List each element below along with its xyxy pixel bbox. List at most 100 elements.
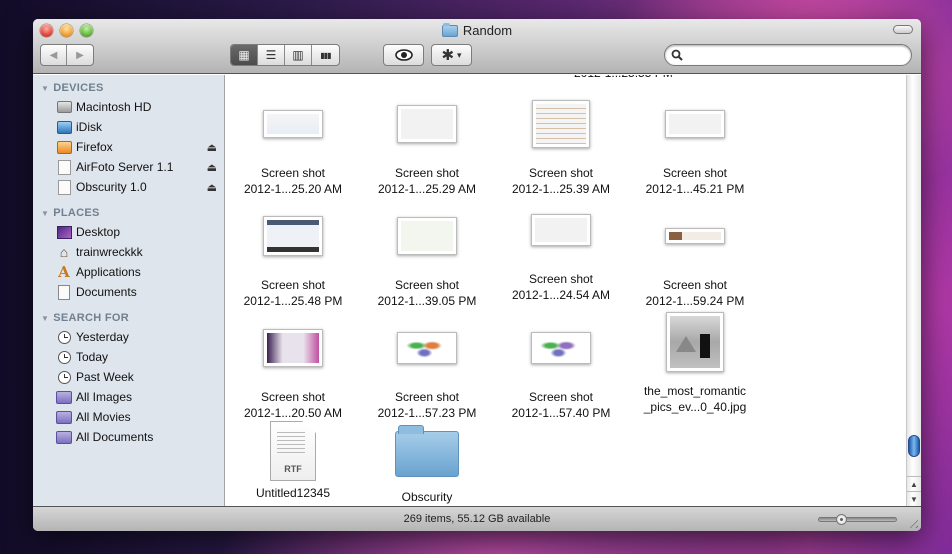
volume-icon <box>56 159 72 175</box>
sidebar-item-label: Macintosh HD <box>76 100 152 114</box>
file-item[interactable]: Screen shot 2012-1...57.40 PM <box>494 313 628 421</box>
status-bar: 269 items, 55.12 GB available <box>33 506 921 531</box>
file-item[interactable]: Screen shot 2012-1...59.24 PM <box>628 201 762 309</box>
file-item[interactable]: Screen shot 2012-1...25.20 AM <box>226 89 360 197</box>
vertical-scrollbar[interactable]: ▲ ▼ <box>906 75 921 506</box>
file-icon-grid: 2012-1...25.55 PM Screen shot2012-1...25… <box>226 75 906 506</box>
eject-icon[interactable]: ⏏ <box>207 181 217 194</box>
disk-image-icon <box>56 139 72 155</box>
sidebar-item-label: Obscurity 1.0 <box>76 180 147 194</box>
file-item[interactable]: the_most_romantic _pics_ev...0_40.jpg <box>628 312 762 415</box>
sidebar-item-all-images[interactable]: All Images <box>33 387 224 407</box>
screenshot-thumbnail-icon <box>397 105 457 143</box>
sidebar-item-macintosh-hd[interactable]: Macintosh HD <box>33 97 224 117</box>
sidebar-item-airfoto-server[interactable]: AirFoto Server 1.1 ⏏ <box>33 157 224 177</box>
applications-icon: A <box>58 262 70 281</box>
file-item[interactable]: Screen shot 2012-1...25.39 AM <box>494 89 628 197</box>
action-button-group: ✱ ▾ <box>431 44 472 66</box>
icon-view-button[interactable]: ▦ <box>231 45 258 65</box>
icon-size-slider[interactable] <box>818 514 897 525</box>
sidebar-item-documents[interactable]: Documents <box>33 282 224 302</box>
scroll-down-button[interactable]: ▼ <box>907 491 921 506</box>
home-icon: ⌂ <box>59 244 69 260</box>
sidebar-section-devices[interactable]: ▼ DEVICES <box>33 79 224 97</box>
scroll-up-button[interactable]: ▲ <box>907 476 921 491</box>
scrollbar-thumb[interactable] <box>908 435 920 458</box>
sidebar-item-label: All Documents <box>76 430 154 444</box>
sidebar-item-yesterday[interactable]: Yesterday <box>33 327 224 347</box>
sidebar-item-all-movies[interactable]: All Movies <box>33 407 224 427</box>
clock-icon <box>56 329 72 345</box>
arrow-up-icon: ▲ <box>910 479 918 489</box>
search-field[interactable] <box>664 44 912 66</box>
list-view-button[interactable]: ☰ <box>258 45 285 65</box>
folder-name: Obscurity <box>401 490 453 504</box>
sidebar-item-firefox[interactable]: Firefox ⏏ <box>33 137 224 157</box>
file-item[interactable]: RTF Untitled12345 <box>226 421 360 501</box>
sidebar-item-desktop[interactable]: Desktop <box>33 222 224 242</box>
hard-drive-icon <box>56 99 72 115</box>
file-name: Screen shot 2012-1...57.40 PM <box>511 390 611 420</box>
file-name: Screen shot 2012-1...25.20 AM <box>243 166 343 196</box>
file-item[interactable]: Screen shot 2012-1...24.54 AM <box>494 195 628 303</box>
sidebar-item-past-week[interactable]: Past Week <box>33 367 224 387</box>
clock-icon <box>56 369 72 385</box>
file-item[interactable]: Screen shot 2012-1...20.50 AM <box>226 313 360 421</box>
file-item[interactable]: Screen shot 2012-1...45.21 PM <box>628 89 762 197</box>
screenshot-thumbnail-icon <box>665 228 725 244</box>
file-name: Screen shot 2012-1...24.54 AM <box>511 272 611 302</box>
sidebar-section-search-for[interactable]: ▼ SEARCH FOR <box>33 309 224 327</box>
screenshot-thumbnail-icon <box>397 217 457 255</box>
status-text: 269 items, 55.12 GB available <box>403 513 551 525</box>
eject-icon[interactable]: ⏏ <box>207 161 217 174</box>
desktop-icon <box>56 224 72 240</box>
sidebar-section-places[interactable]: ▼ PLACES <box>33 204 224 222</box>
slider-knob[interactable] <box>836 514 847 525</box>
sidebar-item-label: Yesterday <box>76 330 129 344</box>
sidebar-item-idisk[interactable]: iDisk <box>33 117 224 137</box>
action-menu-button[interactable]: ✱ ▾ <box>432 45 471 65</box>
back-button[interactable]: ◀ <box>41 45 67 65</box>
disclosure-triangle-icon: ▼ <box>41 313 50 323</box>
eye-icon <box>394 49 413 61</box>
sidebar-item-label: Past Week <box>76 370 134 384</box>
file-name: Screen shot 2012-1...25.39 AM <box>511 166 611 196</box>
file-item[interactable]: Screen shot 2012-1...39.05 PM <box>360 201 494 309</box>
file-item[interactable]: Screen shot 2012-1...57.23 PM <box>360 313 494 421</box>
section-title: SEARCH FOR <box>53 312 129 324</box>
rtf-document-icon: RTF <box>270 421 316 481</box>
sidebar-item-home[interactable]: ⌂ trainwreckkk <box>33 242 224 262</box>
section-title: DEVICES <box>53 82 104 94</box>
file-item[interactable]: Screen shot 2012-1...25.29 AM <box>360 89 494 197</box>
sidebar-item-obscurity[interactable]: Obscurity 1.0 ⏏ <box>33 177 224 197</box>
disclosure-triangle-icon: ▼ <box>41 208 50 218</box>
folder-item[interactable]: Obscurity <box>360 425 494 505</box>
title-bar: Random ◀ ▶ ▦ ☰ ▥ ▮▮▮ ✱ ▾ <box>33 19 921 74</box>
quicklook-button[interactable] <box>384 45 423 65</box>
file-item[interactable]: Screen shot 2012-1...25.48 PM <box>226 201 360 309</box>
idisk-icon <box>56 119 72 135</box>
sidebar-item-label: iDisk <box>76 120 102 134</box>
file-name: Screen shot 2012-1...20.50 AM <box>243 390 343 420</box>
search-input[interactable] <box>687 48 911 62</box>
file-name: Screen shot 2012-1...25.29 AM <box>377 166 477 196</box>
resize-grip-icon[interactable] <box>906 516 918 528</box>
smart-folder-icon <box>56 429 72 445</box>
screenshot-thumbnail-icon <box>665 110 725 138</box>
documents-icon <box>56 284 72 300</box>
sidebar-item-today[interactable]: Today <box>33 347 224 367</box>
sidebar-item-all-documents[interactable]: All Documents <box>33 427 224 447</box>
sidebar-item-label: Applications <box>76 265 141 279</box>
back-forward-control: ◀ ▶ <box>40 44 94 66</box>
sidebar-item-label: All Movies <box>76 410 131 424</box>
toolbar-toggle-button[interactable] <box>893 25 913 34</box>
screenshot-thumbnail-icon <box>397 332 457 364</box>
sidebar-item-applications[interactable]: A Applications <box>33 262 224 282</box>
section-title: PLACES <box>53 207 100 219</box>
sidebar-item-label: Firefox <box>76 140 113 154</box>
forward-button[interactable]: ▶ <box>67 45 93 65</box>
column-view-button[interactable]: ▥ <box>285 45 312 65</box>
coverflow-view-button[interactable]: ▮▮▮ <box>312 45 339 65</box>
file-name: Screen shot 2012-1...39.05 PM <box>377 278 477 308</box>
eject-icon[interactable]: ⏏ <box>207 141 217 154</box>
